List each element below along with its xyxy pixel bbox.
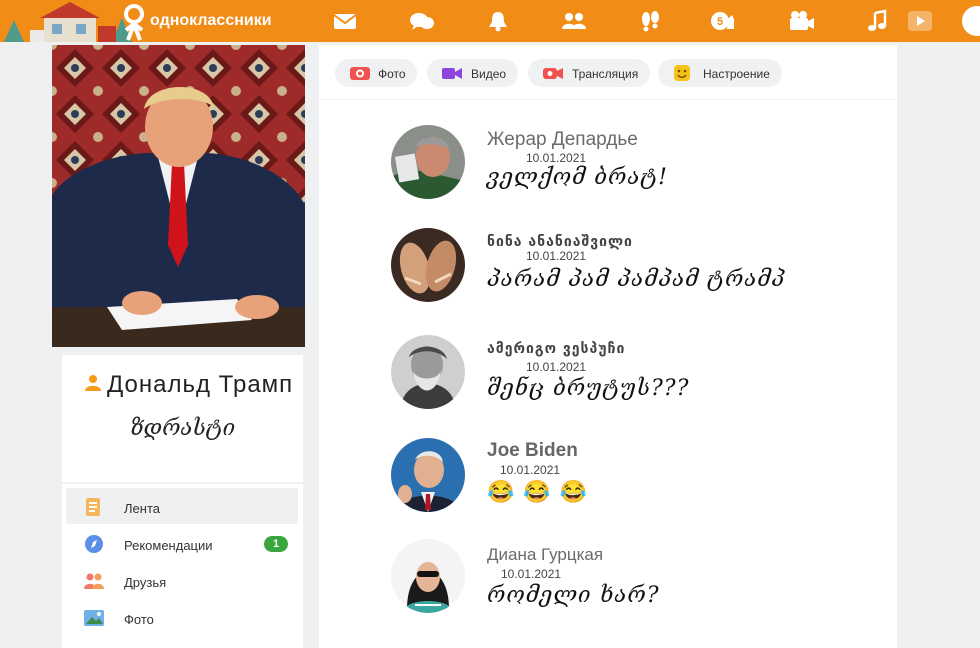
tab-mood[interactable]: Настроение — [658, 59, 782, 87]
profile-name-card: Дональд Трамп — [62, 355, 303, 400]
profile-photo[interactable] — [52, 45, 305, 347]
menu-item-recommendations[interactable]: Рекомендации 1 — [66, 525, 298, 561]
post-avatar[interactable] — [391, 228, 465, 302]
feed-icon — [84, 498, 104, 516]
post-text: ველქომ ბრატ! — [487, 165, 668, 190]
profile-status[interactable]: ზდრასტი — [62, 416, 303, 441]
post-text: 😂 😂 😂 — [487, 480, 589, 505]
post-date: 10.01.2021 — [526, 151, 587, 165]
count-badge: 1 — [264, 536, 288, 552]
feed-post: Joe Biden 10.01.2021 😂 😂 😂 — [319, 438, 897, 528]
tab-broadcast[interactable]: Трансляция — [528, 59, 650, 87]
feed-post: Жерар Депардье 10.01.2021 ველქომ ბრატ! — [319, 125, 897, 215]
photo-icon — [84, 609, 104, 627]
feed-post: ამერიგო ვესპუჩი 10.01.2021 შენც ბრუტუს??… — [319, 335, 897, 425]
bell-icon[interactable] — [484, 9, 512, 33]
user-avatar[interactable] — [962, 6, 980, 36]
post-avatar[interactable] — [391, 539, 465, 613]
feed-post: ნინა ანანიაშვილი 10.01.2021 პარამ პამ პა… — [319, 228, 897, 318]
menu-item-friends[interactable]: Друзья — [66, 562, 298, 598]
messages-icon[interactable] — [408, 9, 436, 33]
menu-item-photo[interactable]: Фото — [66, 599, 298, 635]
profile-name[interactable]: Дональд Трамп — [107, 371, 293, 399]
menu-item-label: Лента — [124, 501, 160, 516]
video-camera-icon — [441, 65, 463, 81]
svg-text:5: 5 — [717, 16, 723, 28]
video-icon[interactable] — [788, 9, 816, 33]
post-author[interactable]: Диана Гурцкая — [487, 545, 603, 565]
logo-decoration[interactable] — [0, 0, 150, 42]
post-date: 10.01.2021 — [500, 463, 561, 477]
post-actions-bar: Фото Видео Трансляция Настроение — [319, 45, 897, 100]
post-text: პარამ პამ პამპამ ტრამპ — [487, 267, 786, 292]
music-icon[interactable] — [864, 9, 892, 33]
menu-item-feed[interactable]: Лента — [66, 488, 298, 524]
tab-label: Видео — [471, 67, 507, 81]
status-card: ზდრასტი — [62, 400, 303, 482]
tab-video[interactable]: Видео — [427, 59, 518, 87]
tab-label: Трансляция — [572, 67, 639, 81]
friends-icon — [84, 572, 104, 590]
broadcast-icon — [542, 65, 564, 81]
guests-icon[interactable] — [636, 9, 664, 33]
menu-item-label: Друзья — [124, 575, 167, 590]
friends-icon[interactable] — [560, 9, 588, 33]
post-avatar[interactable] — [391, 125, 465, 199]
top-bar: одноклассники 5 — [0, 0, 980, 42]
tab-label: Настроение — [703, 67, 770, 81]
post-author[interactable]: ნინა ანანიაშვილი — [487, 234, 633, 250]
events-icon[interactable]: 5 — [710, 9, 738, 33]
left-menu: Лента Рекомендации 1 Друзья Фото — [62, 484, 303, 648]
post-date: 10.01.2021 — [501, 567, 562, 581]
menu-item-label: Фото — [124, 612, 154, 627]
compass-icon — [84, 535, 104, 553]
post-text: რომელი ხარ? — [487, 583, 660, 608]
logo-text[interactable]: одноклассники — [150, 12, 272, 30]
tab-photo[interactable]: Фото — [335, 59, 417, 87]
menu-item-label: Рекомендации — [124, 538, 213, 553]
post-author[interactable]: Joe Biden — [487, 440, 578, 462]
feed-post: Диана Гурцкая 10.01.2021 რომელი ხარ? — [319, 539, 897, 629]
post-avatar[interactable] — [391, 335, 465, 409]
smile-icon — [672, 65, 694, 81]
camera-icon — [349, 65, 371, 81]
post-date: 10.01.2021 — [526, 360, 587, 374]
play-icon[interactable] — [906, 9, 934, 33]
tab-label: Фото — [378, 67, 406, 81]
main-feed: Фото Видео Трансляция Настроение Жерар Д… — [319, 45, 897, 648]
person-icon — [84, 374, 102, 392]
post-avatar[interactable] — [391, 438, 465, 512]
post-author[interactable]: Жерар Депардье — [487, 129, 638, 151]
mail-icon[interactable] — [331, 9, 359, 33]
post-text: შენც ბრუტუს??? — [487, 376, 690, 401]
post-date: 10.01.2021 — [526, 249, 587, 263]
post-author[interactable]: ამერიგო ვესპუჩი — [487, 341, 625, 357]
